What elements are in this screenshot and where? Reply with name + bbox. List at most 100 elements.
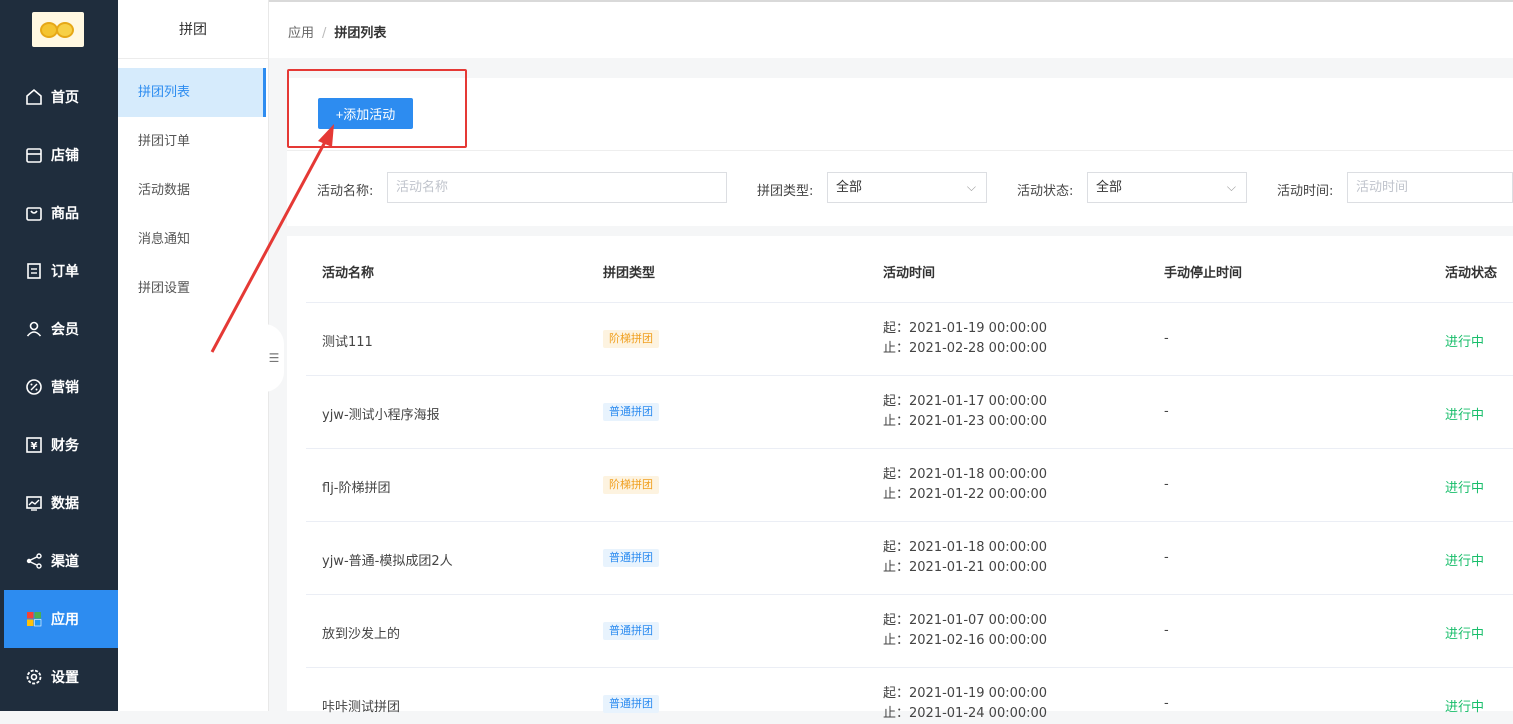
- channel-icon: [24, 551, 44, 571]
- chart-icon: [24, 493, 44, 513]
- row-activity-name: yjw-普通-模拟成团2人: [322, 554, 453, 569]
- row-start-time: 起：2021-01-07 00:00:00: [883, 613, 1048, 628]
- type-tag-normal: 普通拼团: [603, 622, 659, 640]
- row-end-time: 止：2021-01-22 00:00:00: [883, 487, 1048, 502]
- main-nav: 首页 店铺 商品 订单 会员 营销 ¥ 财务 数据 渠道 应用 设置: [0, 0, 118, 711]
- row-start-time: 起：2021-01-18 00:00:00: [883, 540, 1048, 555]
- row-divider: [306, 375, 1513, 376]
- type-tag-ladder: 阶梯拼团: [603, 330, 659, 348]
- activity-time-label: 活动时间:: [1277, 184, 1334, 199]
- nav-item-label: 财务: [51, 438, 79, 454]
- nav-item-apps[interactable]: 应用: [4, 590, 118, 648]
- activity-time-picker[interactable]: 活动时间: [1347, 172, 1513, 203]
- submenu-item-group-list[interactable]: 拼团列表: [118, 68, 266, 117]
- nav-item-label: 订单: [51, 264, 79, 280]
- activity-status-value: 全部: [1096, 180, 1123, 195]
- divider: [287, 150, 1513, 151]
- row-end-time: 止：2021-02-28 00:00:00: [883, 341, 1048, 356]
- group-type-select[interactable]: 全部 ⌵: [827, 172, 987, 203]
- home-icon: [24, 87, 44, 107]
- marketing-icon: [24, 377, 44, 397]
- submenu-item-group-orders[interactable]: 拼团订单: [118, 117, 266, 166]
- nav-item-label: 数据: [51, 496, 79, 512]
- row-stop-time: -: [1164, 404, 1169, 419]
- nav-item-label: 商品: [51, 206, 79, 222]
- row-activity-name: yjw-测试小程序海报: [322, 408, 440, 423]
- annotation-highlight-box: [287, 69, 467, 148]
- nav-item-home[interactable]: 首页: [4, 68, 118, 126]
- submenu-title: 拼团: [118, 0, 268, 59]
- header: 应用 / 拼团列表: [269, 0, 1513, 58]
- row-activity-name: flj-阶梯拼团: [322, 481, 391, 496]
- chevron-down-icon: ⌵: [1226, 180, 1236, 194]
- nav-item-channel[interactable]: 渠道: [4, 532, 118, 590]
- column-header-status: 活动状态: [1445, 266, 1498, 281]
- nav-item-goods[interactable]: 商品: [4, 184, 118, 242]
- breadcrumb-parent[interactable]: 应用: [288, 26, 314, 41]
- row-stop-time: -: [1164, 696, 1169, 711]
- row-start-time: 起：2021-01-17 00:00:00: [883, 394, 1048, 409]
- submenu-item-group-settings[interactable]: 拼团设置: [118, 264, 266, 313]
- svg-text:¥: ¥: [31, 441, 38, 452]
- activity-name-input[interactable]: 活动名称: [387, 172, 727, 203]
- yuan-icon: ¥: [24, 435, 44, 455]
- activity-name-label: 活动名称:: [317, 184, 374, 199]
- collapse-submenu-button[interactable]: ☰: [264, 324, 284, 392]
- nav-item-label: 会员: [51, 322, 79, 338]
- gear-icon: [24, 667, 44, 687]
- nav-item-label: 营销: [51, 380, 79, 396]
- group-type-value: 全部: [836, 180, 863, 195]
- row-start-time: 起：2021-01-19 00:00:00: [883, 321, 1048, 336]
- type-tag-normal: 普通拼团: [603, 403, 659, 421]
- status-badge: 进行中: [1445, 335, 1485, 350]
- row-end-time: 止：2021-01-21 00:00:00: [883, 560, 1048, 575]
- row-start-time: 起：2021-01-19 00:00:00: [883, 686, 1048, 701]
- row-stop-time: -: [1164, 550, 1169, 565]
- group-type-label: 拼团类型:: [757, 184, 814, 199]
- column-header-name: 活动名称: [322, 266, 375, 281]
- nav-item-label: 店铺: [51, 148, 79, 164]
- row-divider: [306, 667, 1513, 668]
- row-end-time: 止：2021-01-24 00:00:00: [883, 706, 1048, 721]
- type-tag-ladder: 阶梯拼团: [603, 476, 659, 494]
- type-tag-normal: 普通拼团: [603, 549, 659, 567]
- nav-item-label: 设置: [51, 670, 79, 686]
- nav-item-marketing[interactable]: 营销: [4, 358, 118, 416]
- filter-panel: [287, 78, 1513, 226]
- nav-item-label: 首页: [51, 90, 79, 106]
- row-activity-name: 测试111: [322, 335, 373, 350]
- row-stop-time: -: [1164, 477, 1169, 492]
- breadcrumb-separator: /: [322, 26, 327, 41]
- nav-item-members[interactable]: 会员: [4, 300, 118, 358]
- order-icon: [24, 261, 44, 281]
- activity-status-label: 活动状态:: [1017, 184, 1074, 199]
- row-divider: [306, 448, 1513, 449]
- submenu-item-notifications[interactable]: 消息通知: [118, 215, 266, 264]
- nav-item-label: 渠道: [51, 554, 79, 570]
- nav-item-store[interactable]: 店铺: [4, 126, 118, 184]
- store-icon: [24, 145, 44, 165]
- row-stop-time: -: [1164, 331, 1169, 346]
- submenu-item-activity-data[interactable]: 活动数据: [118, 166, 266, 215]
- collapse-icon: ☰: [268, 351, 280, 365]
- row-activity-name: 放到沙发上的: [322, 627, 401, 642]
- column-header-stop-time: 手动停止时间: [1164, 266, 1243, 281]
- logo[interactable]: [32, 12, 84, 47]
- apps-icon: [24, 609, 44, 629]
- row-divider: [306, 521, 1513, 522]
- nav-item-label: 应用: [51, 612, 79, 628]
- activity-status-select[interactable]: 全部 ⌵: [1087, 172, 1247, 203]
- column-header-time: 活动时间: [883, 266, 936, 281]
- lemon-logo-icon: [56, 22, 74, 38]
- status-badge: 进行中: [1445, 554, 1485, 569]
- nav-item-finance[interactable]: ¥ 财务: [4, 416, 118, 474]
- row-divider: [306, 594, 1513, 595]
- chevron-down-icon: ⌵: [966, 180, 976, 194]
- nav-item-settings[interactable]: 设置: [4, 648, 118, 706]
- nav-item-data[interactable]: 数据: [4, 474, 118, 532]
- row-activity-name: 咔咔测试拼团: [322, 700, 401, 715]
- row-divider: [306, 302, 1513, 303]
- nav-item-orders[interactable]: 订单: [4, 242, 118, 300]
- status-badge: 进行中: [1445, 700, 1485, 715]
- status-badge: 进行中: [1445, 627, 1485, 642]
